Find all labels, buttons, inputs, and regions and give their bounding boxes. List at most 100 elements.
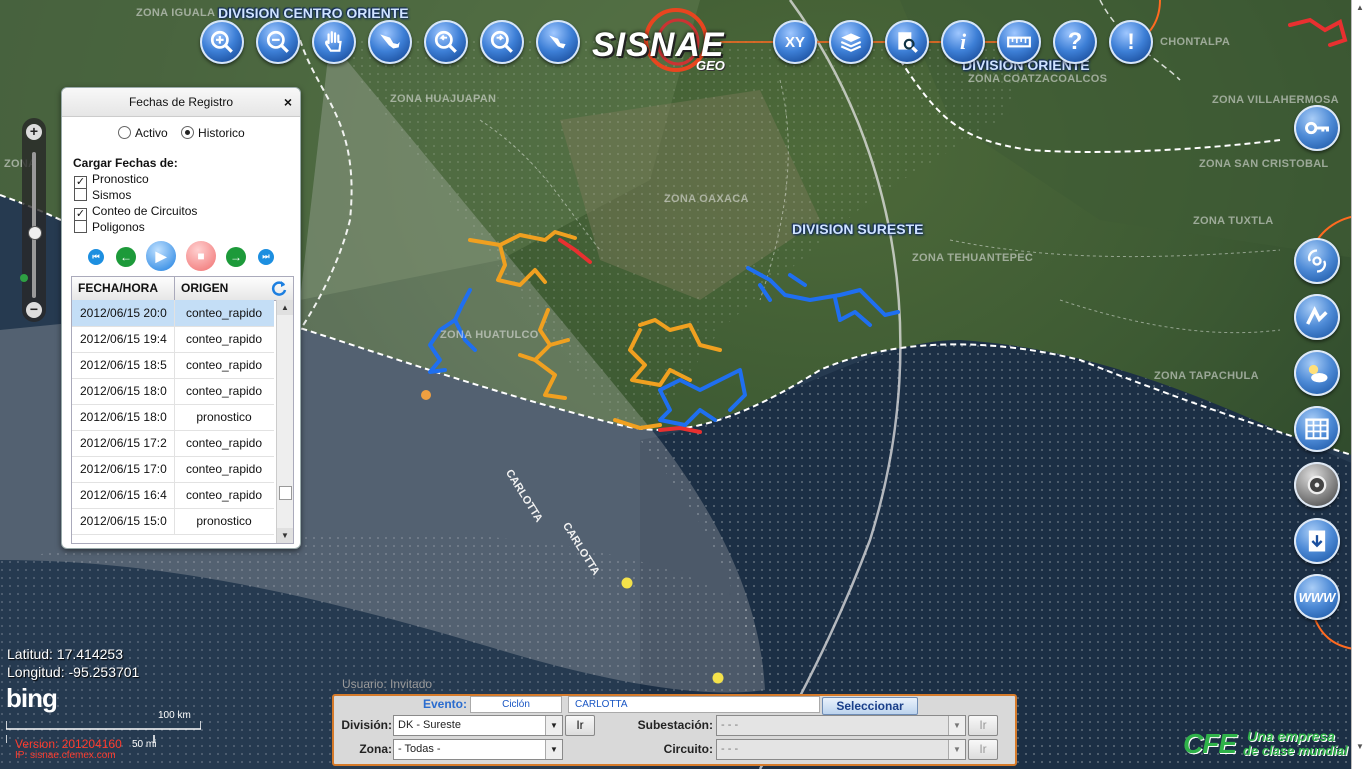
table-button[interactable] xyxy=(1294,406,1340,452)
subestacion-ir-button[interactable]: Ir xyxy=(968,715,998,736)
scroll-up-arrow[interactable]: ▲ xyxy=(277,300,293,315)
circuito-select[interactable]: - - - ▼ xyxy=(716,739,966,760)
table-row[interactable]: 2012/06/15 17:2 conteo_rapido xyxy=(72,430,274,457)
earthquake-button[interactable] xyxy=(1294,294,1340,340)
zona-select[interactable]: - Todas - ▼ xyxy=(393,739,563,760)
chevron-down-icon[interactable]: ▼ xyxy=(948,740,965,759)
subestacion-select[interactable]: - - - ▼ xyxy=(716,715,966,736)
label-zona-tapachula: ZONA TAPACHULA xyxy=(1154,370,1259,382)
grid-scrollbar[interactable]: ▲ ▼ xyxy=(276,300,293,543)
weather-button[interactable] xyxy=(1294,350,1340,396)
scale-mi: 50 mi xyxy=(132,739,157,750)
map-region-button[interactable] xyxy=(536,20,580,64)
scroll-thumb[interactable] xyxy=(279,486,292,500)
table-row[interactable]: 2012/06/15 18:0 conteo_rapido xyxy=(72,378,274,405)
next-button[interactable]: → xyxy=(226,247,246,267)
check-pronostico[interactable]: ✓ Pronostico xyxy=(74,172,149,189)
ruler-button[interactable] xyxy=(997,20,1041,64)
division-ir-button[interactable]: Ir xyxy=(565,715,595,736)
slider-zoom-in[interactable]: + xyxy=(26,124,42,140)
chevron-down-icon[interactable]: ▼ xyxy=(948,716,965,735)
cell-fecha: 2012/06/15 19:4 xyxy=(80,332,167,346)
table-row[interactable]: 2012/06/15 16:4 conteo_rapido xyxy=(72,482,274,509)
radio-activo-circle[interactable] xyxy=(118,126,131,139)
alert-button[interactable]: ! xyxy=(1109,20,1153,64)
table-row[interactable]: 2012/06/15 18:0 pronostico xyxy=(72,404,274,431)
checkbox-poligonos[interactable] xyxy=(74,220,87,233)
zona-value: - Todas - xyxy=(398,743,441,755)
zona-label: Zona: xyxy=(359,742,392,756)
close-icon[interactable]: × xyxy=(284,88,292,116)
download-button[interactable] xyxy=(1294,518,1340,564)
label-zona-tuxtla: ZONA TUXTLA xyxy=(1193,215,1274,227)
play-button[interactable]: ▶ xyxy=(146,241,176,271)
www-button[interactable]: WWW xyxy=(1294,574,1340,620)
www-icon: WWW xyxy=(1298,589,1336,605)
scroll-down-arrow[interactable]: ▼ xyxy=(277,528,293,543)
evento-nombre-field[interactable]: CARLOTTA xyxy=(568,696,820,713)
zoom-previous-button[interactable] xyxy=(424,20,468,64)
record-button[interactable] xyxy=(1294,462,1340,508)
cell-fecha: 2012/06/15 17:0 xyxy=(80,462,167,476)
radio-historico-circle[interactable] xyxy=(181,126,195,139)
info-button[interactable]: i xyxy=(941,20,985,64)
mexico-map-icon xyxy=(380,34,400,49)
zoom-in-icon xyxy=(210,30,233,53)
table-row[interactable]: 2012/06/15 17:0 conteo_rapido xyxy=(72,456,274,483)
subestacion-value: - - - xyxy=(721,719,739,731)
login-key-button[interactable] xyxy=(1294,105,1340,151)
check-poligonos[interactable]: Poligonos xyxy=(74,220,145,234)
cell-origen: pronostico xyxy=(174,508,273,534)
seleccionar-button[interactable]: Seleccionar xyxy=(822,697,918,715)
longitude-readout: Longitud: -95.253701 xyxy=(7,664,140,680)
cargar-label: Cargar Fechas de: xyxy=(73,156,178,170)
chevron-down-icon[interactable]: ▼ xyxy=(545,716,562,735)
pan-button[interactable] xyxy=(312,20,356,64)
zoom-slider[interactable]: + − xyxy=(20,118,46,322)
label-zona-san-cristobal: ZONA SAN CRISTOBAL xyxy=(1199,158,1329,170)
search-document-button[interactable] xyxy=(885,20,929,64)
hurricane-button[interactable] xyxy=(1294,238,1340,284)
window-scrollbar[interactable]: ▲ ▼ xyxy=(1351,0,1368,769)
check-sismos[interactable]: Sismos xyxy=(74,188,131,202)
zoom-track[interactable] xyxy=(32,152,36,298)
zoom-next-button[interactable] xyxy=(480,20,524,64)
layers-button[interactable] xyxy=(829,20,873,64)
radio-activo[interactable]: Activo xyxy=(118,126,168,140)
table-row[interactable]: 2012/06/15 15:0 pronostico xyxy=(72,508,274,535)
first-button[interactable]: ⏮ xyxy=(88,249,104,265)
mexico-map-button[interactable] xyxy=(368,20,412,64)
checkbox-sismos[interactable] xyxy=(74,188,87,201)
check-conteo[interactable]: ✓ Conteo de Circuitos xyxy=(74,204,197,221)
chevron-down-icon[interactable]: ▼ xyxy=(545,740,562,759)
zoom-out-button[interactable] xyxy=(256,20,300,64)
circuito-ir-button[interactable]: Ir xyxy=(968,739,998,760)
table-icon xyxy=(1305,418,1329,440)
info-icon: i xyxy=(959,29,967,54)
col-origen[interactable]: ORIGEN xyxy=(175,277,228,300)
label-division-sureste: DIVISION SURESTE xyxy=(792,221,924,237)
zoom-thumb[interactable] xyxy=(28,226,42,240)
refresh-icon[interactable] xyxy=(270,279,288,297)
stop-button[interactable]: ■ xyxy=(186,241,216,271)
zoom-in-button[interactable] xyxy=(200,20,244,64)
help-button[interactable]: ? xyxy=(1053,20,1097,64)
radio-historico[interactable]: Historico xyxy=(181,126,245,140)
scale-km: 100 km xyxy=(158,710,191,721)
table-row[interactable]: 2012/06/15 19:4 conteo_rapido xyxy=(72,326,274,353)
evento-tipo-field[interactable]: Ciclón xyxy=(470,696,562,713)
previous-button[interactable]: ← xyxy=(116,247,136,267)
search-document-icon xyxy=(898,32,918,53)
ip-text: IP: sisnae.cfemex.com xyxy=(15,750,116,761)
col-fecha-hora[interactable]: FECHA/HORA xyxy=(72,277,175,300)
label-zona-huajuapan: ZONA HUAJUAPAN xyxy=(390,93,497,105)
last-button[interactable]: ⏭ xyxy=(258,249,274,265)
scroll-up-arrow[interactable]: ▲ xyxy=(1355,3,1365,13)
zoom-level-marker xyxy=(20,274,28,282)
table-row[interactable]: 2012/06/15 18:5 conteo_rapido xyxy=(72,352,274,379)
xy-coordinates-button[interactable]: XY xyxy=(773,20,817,64)
table-row[interactable]: 2012/06/15 20:0 conteo_rapido xyxy=(72,300,274,327)
division-select[interactable]: DK - Sureste ▼ xyxy=(393,715,563,736)
slider-zoom-out[interactable]: − xyxy=(26,302,42,318)
scroll-down-arrow[interactable]: ▼ xyxy=(1355,742,1365,752)
